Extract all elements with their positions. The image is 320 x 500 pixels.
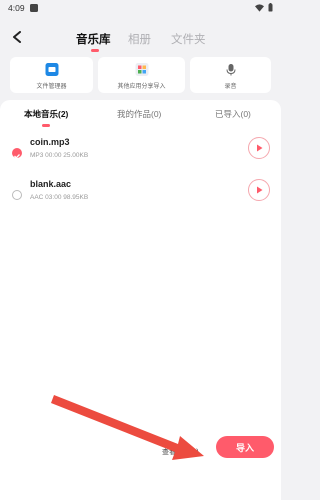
list-item[interactable]: blank.aac AAC 03:00 98.95KB: [0, 176, 281, 214]
sd-card-icon: [30, 4, 38, 12]
subtab-imported[interactable]: 已导入(0): [215, 108, 251, 120]
record-button[interactable]: 录音: [190, 57, 271, 93]
microphone-icon: [226, 64, 235, 76]
tab-indicator: [91, 49, 99, 52]
status-bar: 4:09: [0, 0, 281, 18]
file-manager-button[interactable]: 文件管理器: [10, 57, 93, 93]
play-icon: [256, 186, 262, 194]
play-button[interactable]: [248, 137, 270, 159]
check-icon: [14, 154, 20, 159]
subtab-local-music[interactable]: 本地音乐(2): [24, 108, 68, 120]
back-button[interactable]: [8, 28, 26, 46]
subtab-my-works[interactable]: 我的作品(0): [117, 108, 161, 120]
other-app-share-import-label: 其他应用分享导入: [117, 84, 166, 90]
play-button[interactable]: [248, 179, 270, 201]
list-item[interactable]: coin.mp3 MP3 00:00 25.00KB: [0, 134, 281, 172]
file-meta: AAC 03:00 98.95KB: [30, 194, 89, 201]
other-app-share-import-button[interactable]: 其他应用分享导入: [98, 57, 185, 93]
tab-folder[interactable]: 文件夹: [171, 31, 206, 47]
header: 音乐库 相册 文件夹: [0, 22, 281, 56]
view-selected-link[interactable]: 查看已选(1): [162, 447, 199, 457]
checkbox-checked[interactable]: [12, 148, 22, 159]
file-meta: MP3 00:00 25.00KB: [30, 152, 89, 159]
play-icon: [256, 144, 262, 152]
apps-icon: [135, 63, 148, 76]
import-button[interactable]: 导入: [216, 436, 274, 458]
file-manager-label: 文件管理器: [36, 84, 67, 90]
tab-album[interactable]: 相册: [128, 31, 151, 47]
back-arrow-icon: [13, 31, 21, 43]
battery-icon: [268, 3, 273, 12]
wifi-icon: [255, 3, 264, 12]
file-name: blank.aac: [30, 179, 72, 189]
tab-music-library[interactable]: 音乐库: [76, 31, 111, 47]
file-name: coin.mp3: [30, 137, 70, 147]
status-time: 4:09: [8, 3, 25, 13]
subtab-indicator: [42, 124, 50, 127]
checkbox-unchecked[interactable]: [12, 190, 22, 200]
status-icons: [255, 3, 273, 12]
folder-icon: [45, 63, 58, 76]
record-label: 录音: [224, 84, 237, 90]
